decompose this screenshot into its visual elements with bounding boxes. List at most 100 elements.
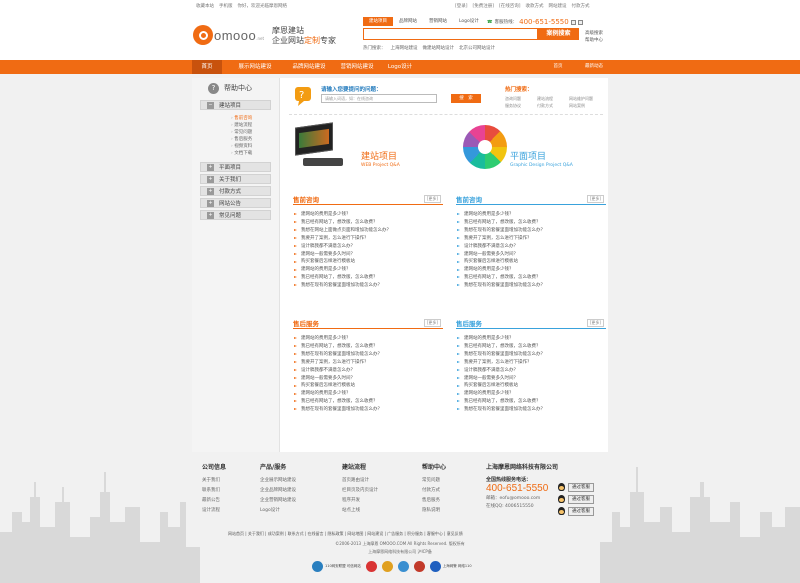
payment-link[interactable]: 收款方式 [526,3,544,9]
question-item[interactable]: 建网站的费用是多少钱？ [456,390,606,398]
question-item[interactable]: 建网站一般需要多久时间？ [293,375,443,383]
search-tab-brand[interactable]: 品牌网站 [393,17,423,26]
footer-link[interactable]: 企业品牌网站建设 [260,486,296,496]
more-link[interactable]: [更多] [586,319,604,327]
question-search-button[interactable]: 搜 索 [451,94,481,103]
question-item[interactable]: 我已经有网站了，想改版，怎么收费？ [293,343,443,351]
question-item[interactable]: 我想在现有的套餐里面增加功能怎么办？ [456,406,606,414]
nav-logo[interactable]: Logo设计 [380,60,420,74]
question-item[interactable]: 我已经有网站了，想改版，怎么收费？ [456,343,606,351]
trust-badge[interactable] [381,560,393,573]
help-center-link[interactable]: 帮助中心 [585,37,603,44]
hot-search-item[interactable]: 上海网站建设 [391,45,418,51]
question-item[interactable]: 建网站一般需要多久时间？ [456,251,606,259]
footer-link[interactable]: 企业展示网站建设 [260,476,296,486]
trust-badge[interactable] [397,560,409,573]
close-icon[interactable] [577,19,583,25]
sidebar-item-notice[interactable]: + 网站公告 [200,198,271,208]
question-item[interactable]: 设计稿我都不满意怎么办？ [456,367,606,375]
question-item[interactable]: 建网站的费用是多少钱？ [456,335,606,343]
qq-service-button[interactable]: 通过客服 [558,506,602,516]
online-consult-link[interactable]: [在线咨询] [499,3,521,9]
more-link[interactable]: [更多] [423,195,441,203]
trust-badge[interactable] [413,560,425,573]
sidebar-sub-flow[interactable]: 建站流程 [231,122,271,129]
question-item[interactable]: 建网站的费用是多少钱？ [456,211,606,219]
footer-link[interactable]: 隐私说明 [422,506,446,516]
graphic-project-banner[interactable]: 平面项目 Graphic Design Project Q&A [460,123,600,178]
window-icon[interactable] [570,19,576,25]
sidebar-sub-docs[interactable]: 文档下载 [231,150,271,157]
nav-showcase[interactable]: 展示网站建设 [228,60,282,74]
question-item[interactable]: 设计稿我都不满意怎么办？ [456,243,606,251]
nav-home[interactable]: 首页 [192,60,222,74]
question-item[interactable]: 我已经有网站了，想改版，怎么收费？ [456,274,606,282]
footer-link[interactable]: 设计流程 [202,506,226,516]
question-item[interactable]: 我已经有网站了，想改版，怎么收费？ [293,219,443,227]
footer-link[interactable]: 联系我们 [202,486,226,496]
question-item[interactable]: 购买套餐后怎样进行模板站 [293,258,443,266]
question-item[interactable]: 我已经有网站了，想改版，怎么收费？ [293,274,443,282]
hot-question-item[interactable]: 建站流程 [537,95,569,102]
website-link[interactable]: 网站建设 [549,3,567,9]
question-item[interactable]: 我已经有网站了，想改版，怎么收费？ [456,398,606,406]
mobile-link[interactable]: 手机版 [219,3,233,9]
web-project-banner[interactable]: 建站项目 WEB Project Q&A [289,122,429,178]
trust-badge[interactable] [365,560,377,573]
question-item[interactable]: 我想在现有的套餐里面增加功能怎么办？ [456,282,606,290]
footer-link[interactable]: 售后服务 [422,496,446,506]
hot-question-item[interactable]: 服务协议 [505,102,537,109]
nav-marketing[interactable]: 营销网站建设 [330,60,384,74]
sidebar-item-payment[interactable]: + 付款方式 [200,186,271,196]
nav-works[interactable]: 首页 [538,60,578,74]
trust-badge[interactable]: 上海网警 网络110 [429,560,472,573]
hot-question-item[interactable]: 咨询问题 [505,95,537,102]
question-item[interactable]: 设计稿我都不满意怎么办？ [293,367,443,375]
question-item[interactable]: 建网站的费用是多少钱？ [293,211,443,219]
footer-link[interactable]: 程序开发 [342,496,378,506]
footer-links-bar[interactable]: 网站首页 | 关于我们 | 成功案例 | 联系方式 | 在线留言 | 隐私政策 … [228,531,463,537]
search-input[interactable] [363,28,538,40]
sidebar-sub-aftersale[interactable]: 售后服务 [231,136,271,143]
hot-question-item[interactable]: 网站维护问题 [569,95,601,102]
question-item[interactable]: 我要开了案例，怎么进行下操作？ [456,359,606,367]
question-item[interactable]: 我要开了案例，怎么进行下操作？ [293,235,443,243]
footer-link[interactable]: 常见问题 [422,476,446,486]
question-item[interactable]: 我想在现有的套餐里面增加功能怎么办？ [456,227,606,235]
qq-service-button[interactable]: 通过客服 [558,482,602,492]
pay-method-link[interactable]: 付款方式 [572,3,590,9]
search-button[interactable]: 案例搜索 [538,28,579,40]
advanced-search-link[interactable]: 高级搜索 [585,30,603,37]
question-item[interactable]: 我要开了案例，怎么进行下操作？ [456,235,606,243]
register-link[interactable]: [免费注册] [473,3,495,9]
sidebar-item-faq[interactable]: + 常见问题 [200,210,271,220]
nav-news[interactable]: 最新动态 [580,60,608,74]
question-item[interactable]: 我想在现有的套餐里面增加功能怎么办？ [293,351,443,359]
search-tab-logo[interactable]: Logo设计 [453,17,485,26]
question-item[interactable]: 我已经有网站了，想改版，怎么收费？ [456,219,606,227]
sidebar-sub-video[interactable]: 视频资料 [231,143,271,150]
question-item[interactable]: 建网站一般需要多久时间？ [456,375,606,383]
footer-link[interactable]: 最新公告 [202,496,226,506]
question-item[interactable]: 建网站的费用是多少钱？ [293,390,443,398]
question-item[interactable]: 购买套餐后怎样进行模板站 [293,382,443,390]
nav-brand[interactable]: 品牌网站建设 [282,60,336,74]
footer-link[interactable]: 栏目页及内页设计 [342,486,378,496]
question-item[interactable]: 我想在现有的套餐里面增加功能怎么办？ [293,406,443,414]
site-logo[interactable]: omooo .net [193,25,264,45]
question-item[interactable]: 我想在现有的套餐里面增加功能怎么办？ [456,351,606,359]
question-item[interactable]: 购买套餐后怎样进行模板站 [456,258,606,266]
trust-badge[interactable]: 110网安联盟 可信网站 [312,560,361,573]
footer-link[interactable]: 关于我们 [202,476,226,486]
question-item[interactable]: 我想在现有的套餐里面增加功能怎么办？ [293,282,443,290]
question-item[interactable]: 我已经有网站了，想改版，怎么收费？ [293,398,443,406]
hot-search-item[interactable]: 做建站网站设计 [423,45,455,51]
qq-service-button[interactable]: 通过客服 [558,494,602,504]
question-item[interactable]: 建网站一般需要多久时间？ [293,251,443,259]
footer-link[interactable]: 首页路由设计 [342,476,378,486]
footer-link[interactable]: 付款方式 [422,486,446,496]
question-input[interactable]: 请输入词语，如：在线咨询 [321,94,437,103]
bookmark-link[interactable]: 收藏本站 [196,3,214,9]
question-item[interactable]: 建网站的费用是多少钱？ [456,266,606,274]
question-item[interactable]: 建网站的费用是多少钱？ [293,335,443,343]
